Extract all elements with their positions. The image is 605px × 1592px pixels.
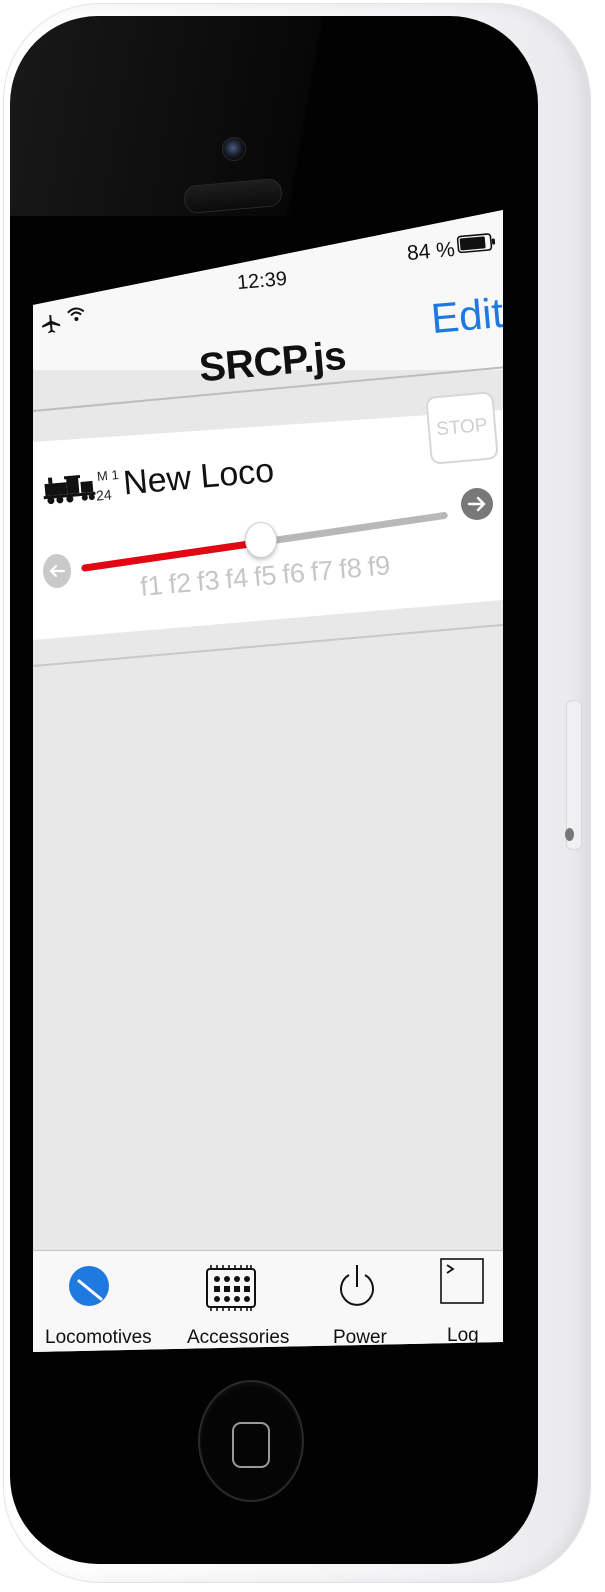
- edit-button[interactable]: Edit: [429, 289, 503, 343]
- arrow-left-icon: [49, 564, 66, 578]
- battery-percent: 84 %: [406, 237, 456, 266]
- loco-address: 24: [95, 486, 113, 504]
- navigation-bar: SRCP.js Edit: [33, 289, 503, 410]
- app-screen: 12:39 84 % SRCP.js Edit STOP M 1 24 New …: [33, 210, 503, 1352]
- function-button-f2[interactable]: f2: [167, 568, 195, 630]
- function-button-f8[interactable]: f8: [338, 553, 366, 615]
- battery-icon: [456, 233, 496, 254]
- function-button-f5[interactable]: f5: [253, 560, 281, 622]
- speed-slider-thumb[interactable]: [245, 522, 277, 558]
- function-button-f9[interactable]: f9: [366, 550, 394, 612]
- front-camera: [222, 137, 246, 161]
- tab-locomotives-label: Locomotives: [45, 1327, 152, 1348]
- home-button-icon: [232, 1422, 270, 1468]
- function-button-f3[interactable]: f3: [196, 565, 224, 627]
- steam-locomotive-icon: [43, 475, 96, 505]
- function-button-f6[interactable]: f6: [281, 558, 309, 620]
- power-icon: [340, 1265, 374, 1306]
- tab-bar: Locomotives Accessories Power Log: [33, 1250, 503, 1352]
- arrow-right-icon: [467, 496, 486, 512]
- direction-backward-button[interactable]: [43, 554, 71, 588]
- status-time: 12:39: [236, 267, 288, 295]
- speedometer-icon: [69, 1266, 109, 1306]
- direction-forward-button[interactable]: [461, 488, 493, 520]
- loco-protocol: M 1: [96, 467, 120, 484]
- terminal-icon: [440, 1258, 484, 1304]
- tab-accessories-label: Accessories: [187, 1327, 290, 1348]
- function-button-f7[interactable]: f7: [310, 555, 338, 617]
- function-button-f1[interactable]: f1: [139, 570, 167, 632]
- stop-button[interactable]: STOP: [425, 391, 499, 465]
- function-button-f4[interactable]: f4: [224, 563, 252, 625]
- switchboard-icon: [206, 1265, 256, 1311]
- mute-switch: [565, 828, 574, 841]
